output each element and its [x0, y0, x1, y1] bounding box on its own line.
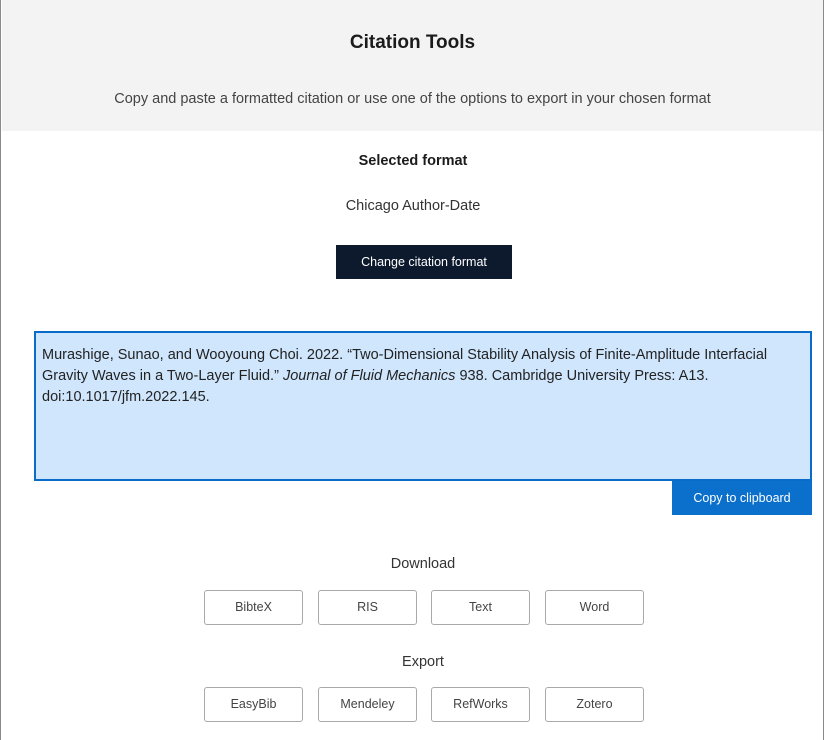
- citation-journal: Journal of Fluid Mechanics: [282, 368, 456, 384]
- export-mendeley-button[interactable]: Mendeley: [318, 687, 417, 722]
- download-text-button[interactable]: Text: [431, 590, 530, 625]
- selected-format-value: Chicago Author-Date: [345, 198, 481, 214]
- change-citation-format-button[interactable]: Change citation format: [336, 245, 512, 279]
- header: Citation Tools Copy and paste a formatte…: [2, 0, 823, 131]
- download-word-button[interactable]: Word: [545, 590, 644, 625]
- download-label: Download: [390, 556, 456, 572]
- page-title: Citation Tools: [349, 32, 476, 53]
- citation-text-area[interactable]: Murashige, Sunao, and Wooyoung Choi. 202…: [34, 331, 812, 481]
- copy-to-clipboard-button[interactable]: Copy to clipboard: [672, 481, 812, 515]
- export-zotero-button[interactable]: Zotero: [545, 687, 644, 722]
- export-label: Export: [402, 654, 444, 670]
- export-refworks-button[interactable]: RefWorks: [431, 687, 530, 722]
- export-easybib-button[interactable]: EasyBib: [204, 687, 303, 722]
- page-subtitle: Copy and paste a formatted citation or u…: [114, 91, 711, 107]
- download-bibtex-button[interactable]: BibteX: [204, 590, 303, 625]
- download-ris-button[interactable]: RIS: [318, 590, 417, 625]
- citation-tools-panel: Citation Tools Copy and paste a formatte…: [0, 0, 824, 740]
- selected-format-label: Selected format: [358, 153, 468, 169]
